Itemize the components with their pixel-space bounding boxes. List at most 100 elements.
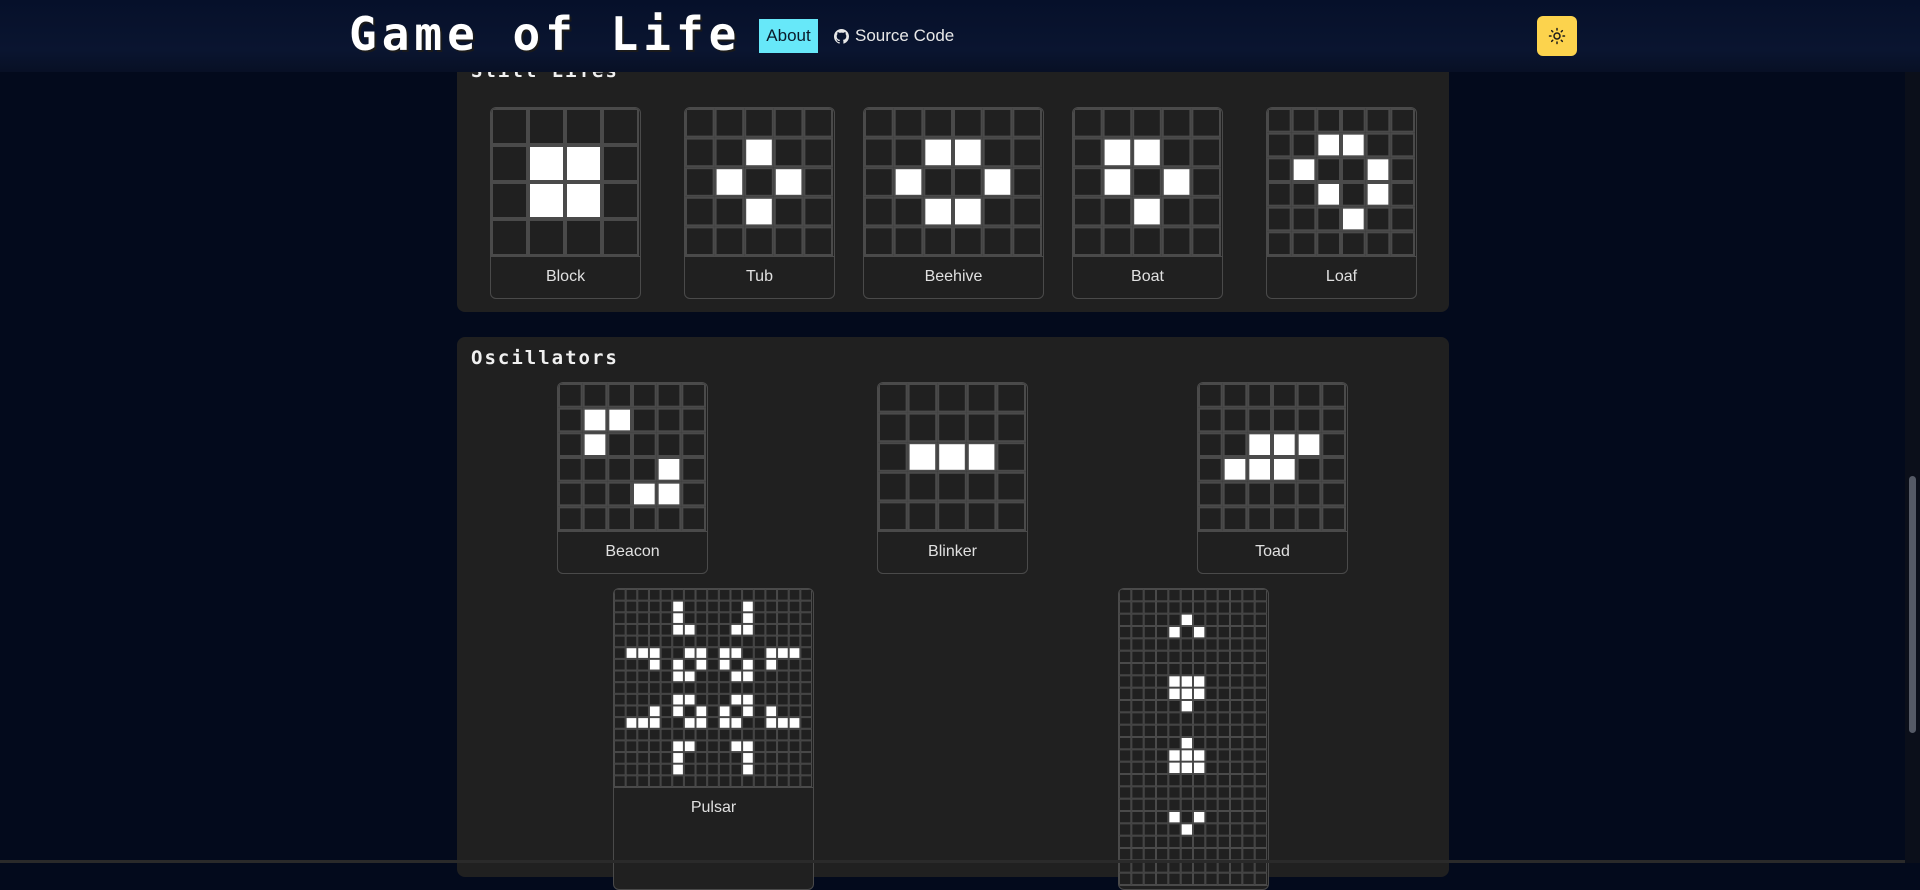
dead-cell	[660, 693, 673, 706]
dead-cell	[558, 506, 583, 531]
dead-cell	[1156, 848, 1169, 861]
dead-cell	[1143, 638, 1156, 651]
dead-cell	[1254, 675, 1267, 688]
dead-cell	[695, 623, 708, 636]
dead-cell	[1168, 650, 1181, 664]
dead-cell	[1267, 182, 1292, 207]
dead-cell	[1119, 589, 1132, 602]
pattern-card-beehive[interactable]: Beehive	[863, 107, 1044, 299]
dead-cell	[864, 137, 894, 168]
dead-cell	[1180, 872, 1194, 885]
dead-cell	[1230, 786, 1243, 799]
dead-cell	[714, 196, 745, 227]
live-cell	[1193, 626, 1206, 639]
dead-cell	[1205, 663, 1218, 676]
pattern-card-blinker[interactable]: Blinker	[877, 382, 1028, 574]
site-title[interactable]: Game of Life	[349, 6, 741, 62]
dead-cell	[1365, 206, 1391, 232]
dead-cell	[1119, 737, 1132, 750]
dead-cell	[800, 717, 812, 729]
dead-cell	[1205, 589, 1218, 602]
nav-about-link[interactable]: About	[759, 19, 818, 53]
dead-cell	[730, 682, 743, 694]
dead-cell	[1230, 835, 1243, 849]
dead-cell	[1119, 613, 1132, 626]
pattern-card[interactable]	[1118, 588, 1269, 890]
dead-cell	[648, 728, 661, 741]
dead-cell	[707, 717, 719, 729]
dead-cell	[1205, 737, 1218, 750]
dead-cell	[614, 728, 626, 741]
dead-cell	[966, 412, 997, 443]
live-cell	[1132, 196, 1162, 227]
nav-source-code-link[interactable]: Source Code	[834, 19, 954, 53]
pattern-card-tub[interactable]: Tub	[684, 107, 835, 299]
live-cell	[683, 717, 696, 729]
dead-cell	[637, 775, 649, 787]
dead-cell	[765, 623, 778, 636]
live-cell	[683, 740, 696, 753]
dead-cell	[1242, 638, 1255, 651]
dead-cell	[707, 658, 719, 671]
dead-cell	[966, 383, 997, 413]
pattern-card-pulsar[interactable]: Pulsar	[613, 588, 814, 890]
dead-cell	[1168, 872, 1181, 885]
dead-cell	[1156, 774, 1169, 787]
live-cell	[1168, 626, 1181, 639]
dead-cell	[765, 589, 778, 601]
scrollbar[interactable]	[1905, 0, 1920, 863]
dead-cell	[1230, 589, 1243, 602]
pattern-card-boat[interactable]: Boat	[1072, 107, 1223, 299]
dead-cell	[607, 481, 632, 507]
theme-toggle-button[interactable]	[1537, 16, 1577, 56]
live-cell	[1193, 811, 1206, 824]
dead-cell	[1193, 601, 1206, 614]
live-cell	[1365, 182, 1391, 207]
dead-cell	[660, 775, 673, 787]
dead-cell	[1217, 749, 1230, 762]
dead-cell	[1073, 226, 1103, 256]
dead-cell	[788, 670, 801, 683]
dead-cell	[558, 457, 583, 482]
dead-cell	[625, 623, 638, 636]
live-cell	[788, 647, 801, 659]
dead-cell	[1242, 687, 1255, 700]
dead-cell	[718, 763, 731, 776]
dead-cell	[982, 226, 1013, 256]
pattern-card-loaf[interactable]: Loaf	[1266, 107, 1417, 299]
dead-cell	[648, 740, 661, 753]
dead-cell	[1242, 823, 1255, 836]
dead-cell	[1198, 506, 1223, 531]
dead-cell	[1193, 737, 1206, 750]
live-cell	[1168, 687, 1181, 700]
dead-cell	[1143, 687, 1156, 700]
dead-cell	[695, 635, 708, 648]
live-cell	[1180, 687, 1194, 700]
live-cell	[742, 670, 754, 683]
dead-cell	[1156, 663, 1169, 676]
dead-cell	[1296, 383, 1322, 408]
pattern-card-block[interactable]: Block	[490, 107, 641, 299]
dead-cell	[1131, 774, 1144, 787]
dead-cell	[672, 647, 684, 659]
dead-cell	[1131, 823, 1144, 836]
dead-cell	[1217, 774, 1230, 787]
pattern-card-beacon[interactable]: Beacon	[557, 382, 708, 574]
pattern-card-toad[interactable]: Toad	[1197, 382, 1348, 574]
dead-cell	[878, 442, 908, 472]
dead-cell	[607, 383, 632, 408]
dead-cell	[1143, 650, 1156, 664]
dead-cell	[1180, 589, 1194, 602]
live-cell	[1102, 137, 1133, 168]
pattern-grid	[1267, 108, 1415, 256]
dead-cell	[1156, 650, 1169, 664]
dead-cell	[660, 600, 673, 613]
live-cell	[742, 600, 754, 613]
dead-cell	[893, 196, 924, 227]
scrollbar-thumb[interactable]	[1909, 476, 1916, 733]
pattern-name: Tub	[685, 256, 834, 298]
dead-cell	[602, 182, 639, 219]
dead-cell	[1132, 108, 1162, 138]
dead-cell	[1316, 206, 1341, 232]
dead-cell	[1205, 613, 1218, 626]
